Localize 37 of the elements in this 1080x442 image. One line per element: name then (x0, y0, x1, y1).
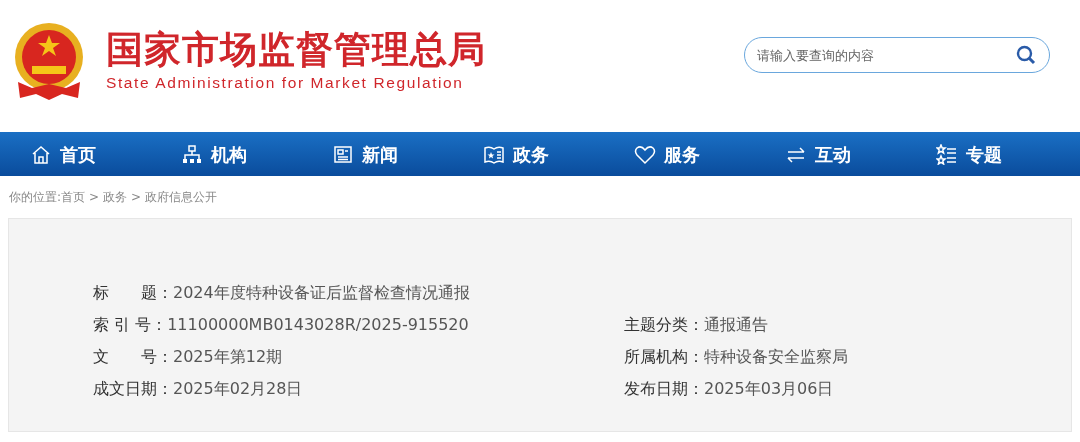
field-value: 通报通告 (704, 314, 768, 336)
search-field[interactable]: 请输入要查询的内容 (744, 37, 1050, 73)
nav-link[interactable]: 机构 (151, 132, 302, 176)
breadcrumb-label: 你的位置: (9, 189, 62, 206)
field-value: 11100000MB0143028R/2025-915520 (167, 314, 469, 336)
nav-link[interactable]: 服务 (604, 132, 755, 176)
book-icon (483, 143, 505, 165)
heart-icon (634, 143, 656, 165)
newspaper-icon (332, 143, 354, 165)
nav-link[interactable]: 互动 (755, 132, 906, 176)
field-value: 2025年第12期 (173, 346, 283, 368)
site-subtitle: State Administration for Market Regulation (106, 72, 465, 93)
breadcrumb-link[interactable]: 政务 (103, 188, 128, 206)
field-label: 所属机构： (624, 346, 704, 368)
nav-link[interactable]: 新闻 (302, 132, 453, 176)
home-icon (30, 143, 52, 165)
nav-link[interactable]: 首页 (0, 132, 151, 176)
nav-link[interactable]: 政务 (453, 132, 604, 176)
list-icon (936, 143, 958, 165)
breadcrumb-link[interactable]: 政府信息公开 (145, 188, 218, 206)
nav-link[interactable]: 专题 (906, 132, 1057, 176)
breadcrumb-link[interactable]: 首页 (61, 188, 86, 206)
field-label: 标 题： (93, 282, 173, 304)
search-icon[interactable] (1016, 45, 1036, 65)
site-title: 国家市场监督管理总局 (106, 30, 486, 71)
hierarchy-icon (181, 143, 203, 165)
field-label: 发布日期： (624, 378, 704, 400)
breadcrumb-separator: > (131, 189, 142, 206)
field-label: 主题分类： (624, 314, 704, 336)
field-value: 2025年03月06日 (704, 378, 834, 400)
field-label: 索 引 号： (93, 314, 168, 336)
field-value: 特种设备安全监察局 (704, 346, 848, 368)
field-label: 文 号： (93, 346, 173, 368)
breadcrumb-separator: > (89, 189, 100, 206)
field-value: 2024年度特种设备证后监督检查情况通报 (173, 282, 470, 304)
field-label: 成文日期： (93, 378, 173, 400)
field-value: 2025年02月28日 (173, 378, 303, 400)
